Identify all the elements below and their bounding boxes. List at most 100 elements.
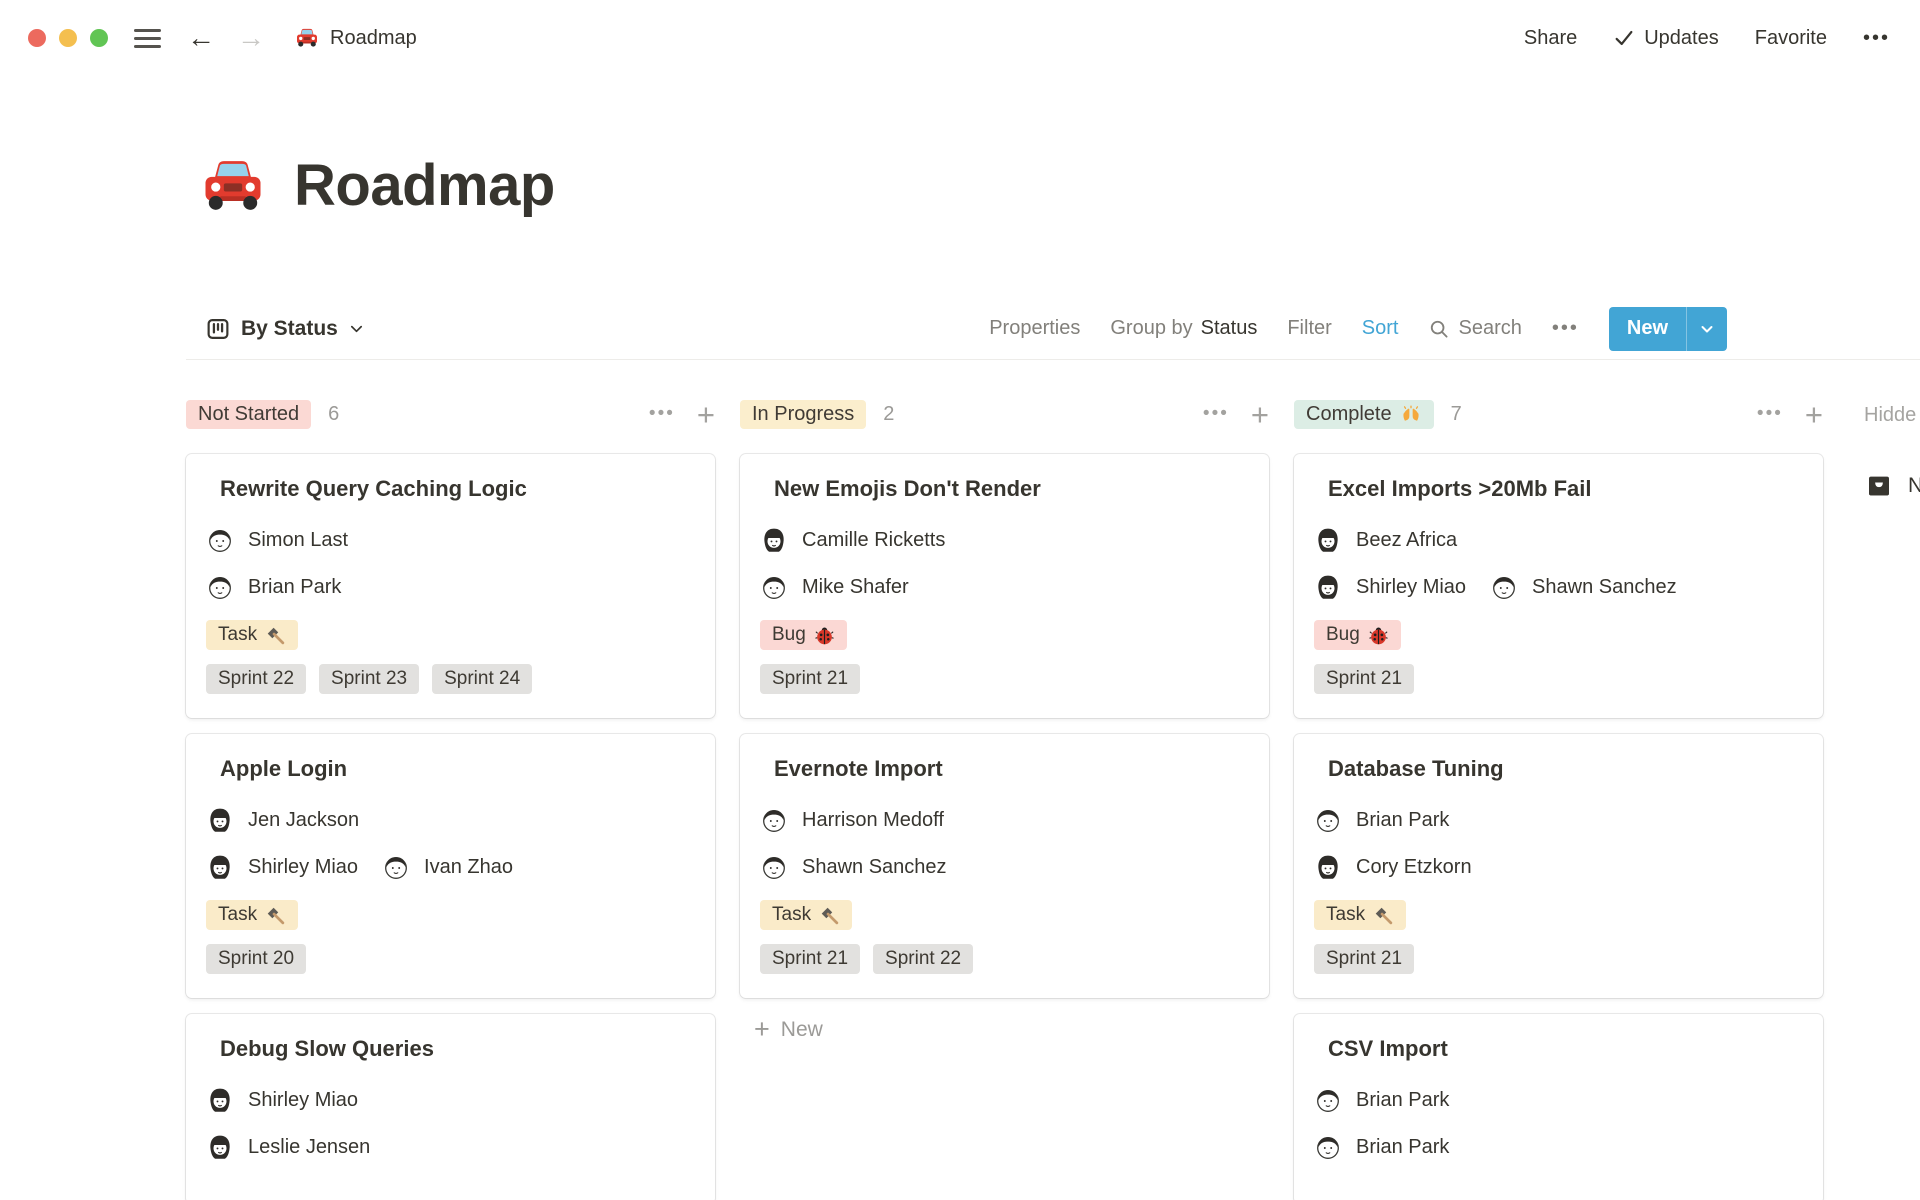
tag-chip[interactable]: Bug (760, 620, 847, 650)
no-status-group[interactable]: N (1864, 471, 1920, 501)
card-body: Simon Last Brian Park Task Sprint 22 Spr… (206, 526, 695, 694)
column-more-icon[interactable]: ••• (649, 403, 675, 425)
column-add-icon[interactable]: + (697, 399, 715, 430)
new-button[interactable]: New (1608, 306, 1727, 351)
person[interactable]: Shirley Miao (1314, 573, 1466, 601)
column-name: Not Started (198, 402, 300, 425)
person[interactable]: Shirley Miao (206, 853, 358, 881)
person[interactable]: Brian Park (1314, 806, 1449, 834)
person[interactable]: Shirley Miao (206, 1086, 358, 1114)
close-window-button[interactable] (28, 29, 46, 47)
tag-chip[interactable]: Task (206, 900, 299, 930)
board-card[interactable]: Debug Slow Queries Shirley Miao Leslie J… (186, 1014, 715, 1200)
back-arrow-icon[interactable]: ← (187, 24, 215, 52)
person[interactable]: Brian Park (1314, 1133, 1449, 1161)
filter-button[interactable]: Filter (1287, 317, 1331, 340)
avatar (206, 1133, 234, 1161)
board-card[interactable]: Database Tuning Brian Park Cory Etzkorn … (1294, 734, 1823, 998)
board-column: In Progress 2 ••• + New Emojis Don't Ren… (740, 396, 1269, 1200)
tag-chip[interactable]: Task (1314, 900, 1407, 930)
card-people-row: Shawn Sanchez (760, 853, 1249, 881)
new-button-label[interactable]: New (1609, 307, 1686, 351)
sprint-chip[interactable]: Sprint 20 (206, 944, 307, 974)
person-avatar-man-icon (1493, 577, 1515, 599)
sprint-chip[interactable]: Sprint 21 (760, 664, 861, 694)
column-add-icon[interactable]: + (1251, 399, 1269, 430)
forward-arrow-icon[interactable]: → (237, 24, 265, 52)
sprint-chip[interactable]: Sprint 21 (1314, 664, 1415, 694)
avatar (760, 853, 788, 881)
card-title: Debug Slow Queries (220, 1036, 434, 1061)
person-avatar-man-icon (1317, 810, 1339, 832)
card-title-row: New Emojis Don't Render (760, 476, 1249, 502)
updates-button[interactable]: Updates (1613, 27, 1719, 50)
person[interactable]: Leslie Jensen (206, 1133, 370, 1161)
person[interactable]: Harrison Medoff (760, 806, 944, 834)
zoom-window-button[interactable] (90, 29, 108, 47)
share-button[interactable]: Share (1524, 27, 1577, 50)
sprint-chip[interactable]: Sprint 24 (432, 664, 533, 694)
column-more-icon[interactable]: ••• (1757, 403, 1783, 425)
column-badge[interactable]: Not Started (186, 399, 312, 429)
person[interactable]: Shawn Sanchez (1490, 573, 1677, 601)
card-title: Rewrite Query Caching Logic (220, 476, 527, 501)
group-by-button[interactable]: Group by Status (1110, 317, 1257, 340)
board-card[interactable]: Apple Login Jen Jackson Shirley Miao Iva… (186, 734, 715, 998)
person[interactable]: Brian Park (206, 573, 341, 601)
board-card[interactable]: CSV Import Brian Park Brian Park (1294, 1014, 1823, 1200)
board-card[interactable]: Rewrite Query Caching Logic Simon Last B… (186, 454, 715, 718)
new-button-dropdown[interactable] (1686, 306, 1727, 351)
person[interactable]: Brian Park (1314, 1086, 1449, 1114)
sprint-chip[interactable]: Sprint 23 (319, 664, 420, 694)
column-count: 6 (328, 402, 340, 425)
view-selector[interactable]: By Status (206, 317, 364, 341)
avatar (1314, 526, 1342, 554)
sort-button[interactable]: Sort (1362, 317, 1399, 340)
favorite-button[interactable]: Favorite (1755, 27, 1827, 50)
tag-chip[interactable]: Bug (1314, 620, 1401, 650)
person[interactable]: Mike Shafer (760, 573, 909, 601)
person[interactable]: Ivan Zhao (382, 853, 513, 881)
sprint-chip[interactable]: Sprint 21 (1314, 944, 1415, 974)
sprint-chip[interactable]: Sprint 22 (873, 944, 974, 974)
card-people-row: Leslie Jensen (206, 1133, 695, 1161)
column-add-icon[interactable]: + (1805, 399, 1823, 430)
sidebar-toggle-icon[interactable] (134, 28, 161, 48)
column-badge[interactable]: Complete (1294, 399, 1434, 429)
breadcrumb[interactable]: Roadmap (295, 26, 417, 50)
card-people-row: Camille Ricketts (760, 526, 1249, 554)
board-card[interactable]: Excel Imports >20Mb Fail Beez Africa Shi… (1294, 454, 1823, 718)
person[interactable]: Jen Jackson (206, 806, 359, 834)
tag-label: Sprint 24 (444, 668, 521, 689)
search-button[interactable]: Search (1428, 317, 1522, 340)
card-body: Beez Africa Shirley Miao Shawn Sanchez B… (1314, 526, 1803, 694)
tag-chip[interactable]: Task (206, 620, 299, 650)
person[interactable]: Shawn Sanchez (760, 853, 947, 881)
person[interactable]: Camille Ricketts (760, 526, 945, 554)
card-tags-row: Bug (1314, 620, 1803, 650)
person[interactable]: Beez Africa (1314, 526, 1457, 554)
minimize-window-button[interactable] (59, 29, 77, 47)
person-avatar-man-icon (1317, 1137, 1339, 1159)
person[interactable]: Simon Last (206, 526, 348, 554)
board-card[interactable]: Evernote Import Harrison Medoff Shawn Sa… (740, 734, 1269, 998)
column-more-icon[interactable]: ••• (1203, 403, 1229, 425)
chevron-down-icon (1701, 325, 1713, 332)
person[interactable]: Cory Etzkorn (1314, 853, 1472, 881)
board-column: Not Started 6 ••• + Rewrite Query Cachin… (186, 396, 715, 1200)
person-avatar-woman-icon (210, 808, 230, 832)
properties-button[interactable]: Properties (989, 317, 1080, 340)
toolbar-more-icon[interactable]: ••• (1552, 317, 1579, 340)
hidden-columns-label[interactable]: Hidde (1864, 404, 1920, 427)
car-icon (297, 28, 317, 47)
sprint-chip[interactable]: Sprint 21 (760, 944, 861, 974)
tag-chip[interactable]: Task (760, 900, 853, 930)
board-card[interactable]: New Emojis Don't Render Camille Ricketts… (740, 454, 1269, 718)
column-badge[interactable]: In Progress (740, 399, 867, 429)
search-icon (1431, 320, 1449, 338)
column-new-button[interactable]: + New (740, 1016, 1269, 1043)
page-icon-car[interactable] (200, 153, 266, 219)
sprint-chip[interactable]: Sprint 22 (206, 664, 307, 694)
more-options-icon[interactable]: ••• (1863, 27, 1890, 50)
avatar (382, 853, 410, 881)
